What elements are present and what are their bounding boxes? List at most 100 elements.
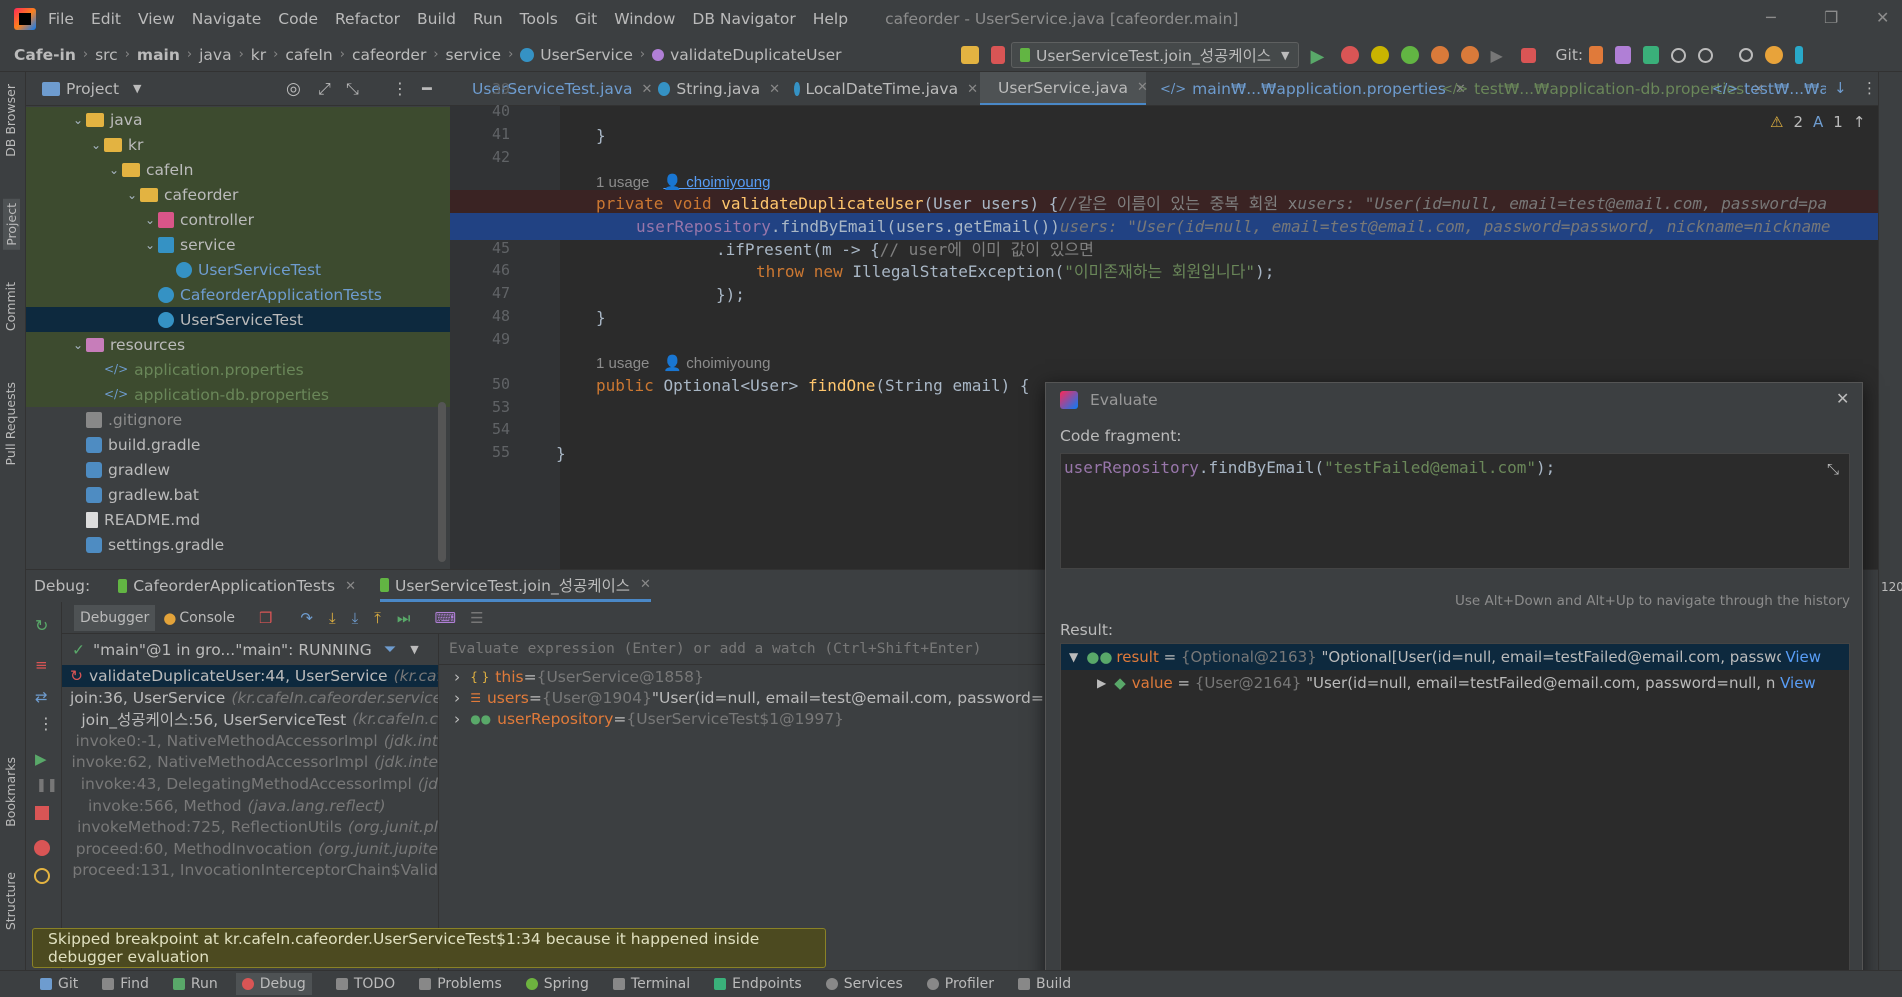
breakpoints-icon[interactable] — [34, 840, 50, 856]
tree-item[interactable]: </> application-db.properties — [26, 382, 450, 407]
run-to-cursor-icon[interactable]: ⏭ — [397, 609, 411, 627]
chevron-right-icon[interactable]: › — [454, 710, 460, 728]
find-tool-button[interactable]: Find — [102, 976, 149, 992]
debug-tool-button[interactable]: Debug — [235, 973, 312, 995]
collapse-all-icon[interactable]: ⤡ — [346, 79, 359, 99]
menu-window[interactable]: Window — [614, 10, 675, 28]
step-over-icon[interactable]: ↷ — [300, 609, 313, 627]
options-icon[interactable]: ⋮ — [392, 79, 408, 98]
stack-frame[interactable]: invokeMethod:725, ReflectionUtils (org.ju… — [62, 816, 438, 838]
menu-tools[interactable]: Tools — [520, 10, 558, 28]
menu-view[interactable]: View — [138, 10, 175, 28]
restore-icon[interactable]: ❐ — [1824, 8, 1838, 27]
rerun-icon[interactable] — [1460, 46, 1479, 64]
close-dialog-icon[interactable]: ✕ — [1836, 389, 1849, 408]
menu-git[interactable]: Git — [575, 10, 597, 28]
tree-item[interactable]: gradlew — [26, 457, 450, 482]
tree-item[interactable]: ⌄ cafeIn — [26, 157, 450, 182]
tree-item[interactable]: ⌄ resources — [26, 332, 450, 357]
rollback-icon[interactable] — [1698, 47, 1714, 63]
settings-icon[interactable]: ≡ — [35, 656, 48, 674]
close-window-icon[interactable]: ✕ — [1876, 8, 1889, 27]
locate-icon[interactable]: ◎ — [286, 79, 301, 99]
run-configuration-select[interactable]: UserServiceTest.join_성공케이스 ▼ — [1011, 42, 1299, 68]
coverage-icon[interactable] — [1370, 46, 1389, 64]
menu-help[interactable]: Help — [813, 10, 848, 28]
pause-icon[interactable]: ❚❚ — [36, 778, 58, 793]
menu-db-navigator[interactable]: DB Navigator — [692, 10, 795, 28]
variable-row[interactable]: › ☰ users = {User@1904} "User(id=null, ema… — [446, 687, 1066, 708]
step-out-icon[interactable]: ⤒ — [374, 609, 381, 627]
variable-row[interactable]: ›{ } this = {UserService@1858} — [446, 666, 1066, 687]
step-into-icon[interactable]: ⤓ — [329, 609, 336, 627]
shrink-editor-icon[interactable]: ⤡ — [1827, 460, 1839, 478]
debug-icon[interactable] — [1340, 46, 1359, 64]
stack-frame[interactable]: ↻ validateDuplicateUser:44, UserService (k… — [62, 665, 438, 687]
result-row[interactable]: ▼ ●● result = {Optional@2163} "Optional[… — [1061, 644, 1849, 670]
tree-item[interactable]: UserServiceTest — [26, 257, 450, 282]
tree-item[interactable]: ⌄ cafeorder — [26, 182, 450, 207]
problems-tool-button[interactable]: Problems — [419, 976, 502, 992]
stack-frame[interactable]: invoke0:-1, NativeMethodAccessorImpl (jdk… — [62, 730, 438, 752]
close-tab-icon[interactable]: ✕ — [967, 82, 978, 97]
crumb-project[interactable]: Cafe-in — [14, 46, 76, 64]
menu-build[interactable]: Build — [417, 10, 456, 28]
crumb-main[interactable]: main — [137, 46, 180, 64]
close-tab-icon[interactable]: ✕ — [1137, 80, 1148, 95]
git-tool-button[interactable]: Git — [40, 976, 78, 992]
chevron-down-icon[interactable]: ⌄ — [70, 113, 86, 127]
inspection-widget[interactable]: ⚠2 A1 ↑↓ — [1770, 113, 1888, 131]
tree-item[interactable]: </> application.properties — [26, 357, 450, 382]
chevron-down-icon[interactable]: ⌄ — [142, 238, 158, 252]
history-icon[interactable] — [1671, 47, 1687, 63]
tree-item[interactable]: README.md — [26, 507, 450, 532]
tab-application-db-properties[interactable]: </> test₩...₩application-db.properties ✕ — [1430, 72, 1764, 105]
watch-expression-input[interactable]: Evaluate expression (Enter) or add a wat… — [439, 634, 1079, 665]
chevron-down-icon[interactable]: ⌄ — [88, 138, 104, 152]
debug-tab-join[interactable]: UserServiceTest.join_성공케이스 ✕ — [379, 570, 651, 602]
chevron-right-icon[interactable]: › — [454, 668, 460, 686]
todo-tool-button[interactable]: TODO — [335, 976, 395, 992]
author-hint[interactable]: 👤 choimiyoung — [663, 174, 770, 191]
value-row[interactable]: ▶ ◆ value = {User@2164} "User(id=null, e… — [1061, 670, 1849, 696]
crumb-java[interactable]: java — [199, 46, 231, 64]
stack-frame[interactable]: invoke:566, Method (java.lang.reflect) — [62, 795, 438, 817]
tree-item[interactable]: UserServiceTest — [26, 307, 450, 332]
crumb-cafein[interactable]: cafeIn — [285, 46, 332, 64]
console-tab[interactable]: Console — [179, 610, 235, 626]
code-fragment-editor[interactable]: userRepository.findByEmail("testFailed@e… — [1060, 453, 1850, 569]
clear-icon[interactable]: ❒ — [259, 609, 272, 627]
tab-truncated[interactable]: </>test₩...₩ap — [1700, 72, 1826, 105]
menu-refactor[interactable]: Refactor — [335, 10, 400, 28]
tree-item[interactable]: CafeorderApplicationTests — [26, 282, 450, 307]
debugger-tab[interactable]: Debugger — [74, 604, 156, 631]
user-icon[interactable] — [961, 46, 979, 64]
rerun-icon[interactable]: ↻ — [35, 616, 48, 635]
profile-icon[interactable] — [1400, 46, 1419, 64]
crumb-service[interactable]: service — [446, 46, 502, 64]
services-tool-button[interactable]: Services — [825, 976, 903, 992]
variable-row[interactable]: › ●● userRepository = {UserServiceTest$1@1… — [446, 708, 1066, 729]
filter-icon[interactable]: ⏷ — [384, 640, 396, 659]
more-icon[interactable]: ⋮ — [38, 714, 54, 733]
tree-item[interactable]: .gitignore — [26, 407, 450, 432]
breakpoint-notification[interactable]: Skipped breakpoint at kr.cafeIn.cafeorde… — [32, 928, 826, 968]
stop-icon[interactable] — [1520, 47, 1536, 63]
evaluate-icon[interactable]: ⌨ — [434, 609, 456, 627]
project-tab[interactable]: Project — [3, 199, 20, 250]
close-tab-icon[interactable]: ✕ — [640, 577, 651, 592]
stack-frame[interactable]: proceed:60, MethodInvocation (org.junit.j… — [62, 838, 438, 860]
view-link[interactable]: View — [1785, 648, 1821, 666]
minimize-icon[interactable]: ─ — [1766, 8, 1776, 27]
thread-selector[interactable]: ✓ "main"@1 in gro..."main": RUNNING ⏷ ▼ — [62, 634, 438, 665]
stack-frame[interactable]: join_성공케이스:56, UserServiceTest (kr.cafeIn… — [62, 708, 438, 730]
menu-file[interactable]: File — [48, 10, 74, 28]
tree-item[interactable]: ⌄ java — [26, 107, 450, 132]
hide-panel-icon[interactable]: ━ — [422, 79, 432, 98]
terminal-tool-button[interactable]: Terminal — [612, 976, 690, 992]
tree-scrollbar[interactable] — [438, 402, 446, 562]
search-icon[interactable] — [1739, 48, 1754, 62]
git-commit-icon[interactable] — [1643, 46, 1660, 64]
tab-localdatetime[interactable]: LocalDateTime.java ✕ — [782, 72, 978, 105]
mute-breakpoints-icon[interactable] — [34, 868, 50, 884]
